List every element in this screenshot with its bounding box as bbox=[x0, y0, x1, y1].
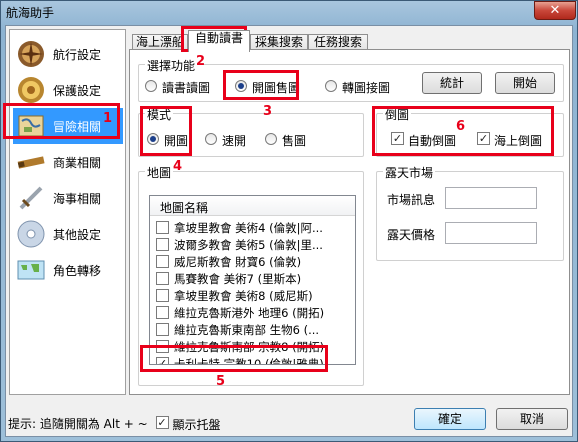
list-item-label: 馬賽教會 美術7 (里斯本) bbox=[174, 272, 302, 286]
open-market-group: 露天市場 市場訊息 露天價格 bbox=[376, 164, 564, 261]
checkbox-box[interactable] bbox=[156, 323, 169, 336]
sidebar-item-commerce[interactable]: 商業相關 bbox=[13, 144, 123, 180]
cancel-button[interactable]: 取消 bbox=[496, 408, 568, 430]
list-item-label: 維拉克魯斯東南部 生物6 (... bbox=[174, 323, 320, 337]
annotation-box-3 bbox=[223, 70, 299, 100]
status-bar: 提示: 追隨開關為 Alt + ~ ✓ 顯示托盤 bbox=[8, 412, 240, 432]
telescope-icon bbox=[17, 156, 45, 169]
start-button[interactable]: 開始 bbox=[495, 72, 555, 94]
sidebar-item-label: 航行設定 bbox=[53, 48, 102, 62]
sidebar-item-other[interactable]: 其他設定 bbox=[13, 216, 123, 252]
checkbox-box[interactable] bbox=[156, 272, 169, 285]
hint-text: 提示: 追隨開關為 Alt + ~ bbox=[8, 417, 148, 431]
sidebar-item-label: 角色轉移 bbox=[53, 264, 102, 278]
tab-panel: 選擇功能 讀書讀圖 開圖售圖 轉圖接圖 統計 開始 模式 開圖 速開 售圖 倒圖… bbox=[129, 49, 570, 395]
sword-icon bbox=[19, 186, 43, 210]
market-info-field[interactable] bbox=[445, 187, 537, 209]
radio-dot bbox=[205, 133, 217, 145]
sidebar-item-label: 海事相關 bbox=[53, 192, 102, 206]
radio-dot bbox=[265, 133, 277, 145]
radio-dot bbox=[325, 80, 337, 92]
title-bar[interactable]: 航海助手 ✕ bbox=[1, 1, 577, 23]
list-item[interactable]: 拿坡里教會 美術8 (威尼斯) bbox=[154, 288, 354, 304]
annotation-label-4: 4 bbox=[173, 159, 183, 174]
shield-coin-icon bbox=[18, 77, 44, 103]
list-header[interactable]: 地圖名稱 bbox=[150, 196, 355, 216]
price-field[interactable] bbox=[445, 222, 537, 244]
list-item[interactable]: 維拉克魯斯東南部 生物6 (... bbox=[154, 322, 354, 338]
list-item[interactable]: 維拉克魯斯港外 地理6 (開拓) bbox=[154, 305, 354, 321]
radio-label: 速開 bbox=[222, 134, 247, 148]
market-info-label: 市場訊息 bbox=[387, 193, 436, 207]
annotation-label-2: 2 bbox=[196, 54, 206, 69]
stats-button[interactable]: 統計 bbox=[422, 72, 482, 94]
select-function-group: 選擇功能 讀書讀圖 開圖售圖 轉圖接圖 統計 開始 bbox=[138, 57, 564, 102]
map-listbox[interactable]: 地圖名稱 拿坡里教會 美術4 (倫敦|阿... 波爾多教會 美術5 (倫敦|里.… bbox=[149, 195, 356, 365]
show-tray-checkbox[interactable]: ✓ 顯示托盤 bbox=[155, 415, 240, 432]
group-title: 地圖 bbox=[145, 164, 174, 181]
checkbox-label: 顯示托盤 bbox=[172, 418, 221, 432]
sidebar-item-label: 商業相關 bbox=[53, 156, 102, 170]
radio-label: 讀書讀圖 bbox=[162, 81, 211, 95]
annotation-label-5: 5 bbox=[216, 374, 226, 389]
radio-label: 售圖 bbox=[282, 134, 307, 148]
group-title: 露天市場 bbox=[383, 164, 436, 181]
sidebar-item-label: 保護設定 bbox=[53, 84, 102, 98]
list-item-label: 威尼斯教會 財寶6 (倫敦) bbox=[174, 255, 302, 269]
annotation-box-4 bbox=[140, 106, 192, 156]
compass-icon bbox=[18, 41, 44, 67]
tab-auto-read[interactable]: 自動讀書 bbox=[188, 30, 250, 52]
annotation-label-3: 3 bbox=[263, 104, 273, 119]
column-header: 地圖名稱 bbox=[160, 201, 209, 215]
group-title: 選擇功能 bbox=[145, 57, 198, 74]
annotation-label-1: 1 bbox=[103, 111, 113, 126]
annotation-box-5 bbox=[140, 345, 328, 372]
close-button[interactable]: ✕ bbox=[534, 1, 576, 20]
list-item[interactable]: 威尼斯教會 財寶6 (倫敦) bbox=[154, 254, 354, 270]
ok-button[interactable]: 確定 bbox=[414, 408, 486, 430]
list-item[interactable]: 波爾多教會 美術5 (倫敦|里... bbox=[154, 237, 354, 253]
list-item-label: 拿坡里教會 美術4 (倫敦|阿... bbox=[174, 221, 323, 235]
list-item-label: 維拉克魯斯港外 地理6 (開拓) bbox=[174, 306, 325, 320]
checkbox-box[interactable] bbox=[156, 238, 169, 251]
checkbox-box: ✓ bbox=[155, 416, 169, 429]
sidebar: 航行設定 保護設定 冒險相關 商業相關 海事相關 其他設定 角色轉移 bbox=[9, 29, 126, 395]
list-item[interactable]: 馬賽教會 美術7 (里斯本) bbox=[154, 271, 354, 287]
sidebar-item-label: 其他設定 bbox=[53, 228, 102, 242]
disc-icon bbox=[17, 220, 45, 248]
annotation-label-6: 6 bbox=[456, 119, 466, 134]
window-title: 航海助手 bbox=[6, 6, 55, 20]
checkbox-box[interactable] bbox=[156, 221, 169, 234]
list-item-label: 波爾多教會 美術5 (倫敦|里... bbox=[174, 238, 323, 252]
radio-label: 轉圖接圖 bbox=[342, 81, 391, 95]
sidebar-item-character-transfer[interactable]: 角色轉移 bbox=[13, 252, 123, 288]
checkbox-box[interactable] bbox=[156, 306, 169, 319]
sidebar-item-navigation[interactable]: 航行設定 bbox=[13, 36, 123, 72]
app-window: 航海助手 ✕ 航行設定 保護設定 冒險相關 商業相關 海事相關 其他設定 角色轉… bbox=[0, 0, 578, 442]
world-map-icon bbox=[17, 260, 45, 280]
list-item[interactable]: 拿坡里教會 美術4 (倫敦|阿... bbox=[154, 220, 354, 236]
checkbox-box[interactable] bbox=[156, 289, 169, 302]
price-label: 露天價格 bbox=[387, 228, 436, 242]
checkbox-box[interactable] bbox=[156, 255, 169, 268]
list-item-label: 拿坡里教會 美術8 (威尼斯) bbox=[174, 289, 313, 303]
radio-dot bbox=[145, 80, 157, 92]
sidebar-item-maritime[interactable]: 海事相關 bbox=[13, 180, 123, 216]
